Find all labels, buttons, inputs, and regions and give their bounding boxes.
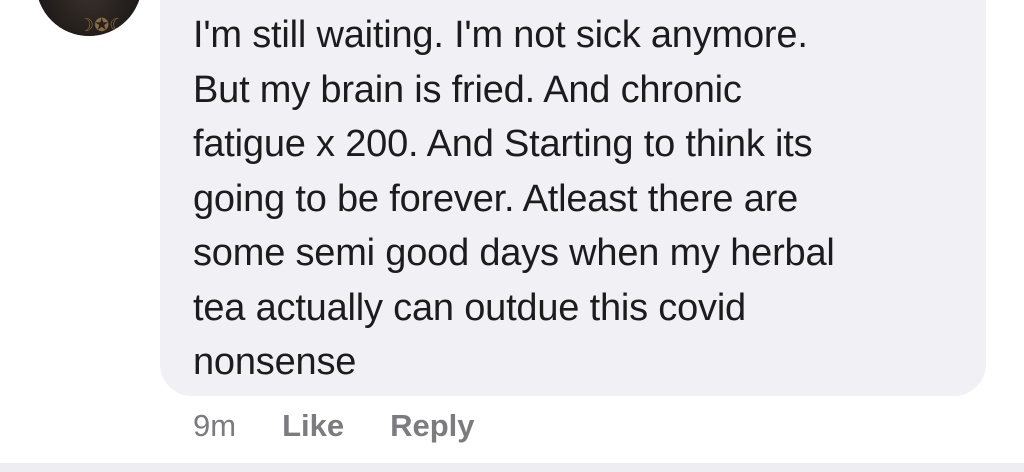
comment-thread: ☽✪☾ I'm still waiting. I'm not sick anym…: [0, 0, 1024, 472]
comment-timestamp: 9m: [193, 408, 237, 443]
reply-button[interactable]: Reply: [390, 408, 474, 444]
pentacle-icon: ☽✪☾: [78, 15, 126, 35]
like-button[interactable]: Like: [282, 408, 344, 444]
comment-actions: 9m Like Reply: [193, 404, 521, 448]
comment-text: I'm still waiting. I'm not sick anymore.…: [193, 14, 835, 383]
divider: [0, 463, 1024, 472]
avatar[interactable]: ☽✪☾: [36, 0, 142, 36]
comment-bubble: I'm still waiting. I'm not sick anymore.…: [160, 0, 986, 396]
